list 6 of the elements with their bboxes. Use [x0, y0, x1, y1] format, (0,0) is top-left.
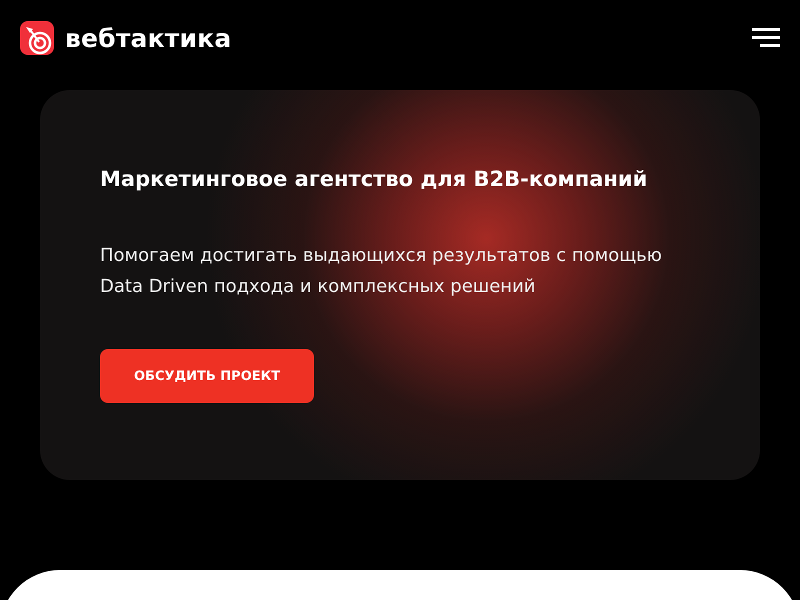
menu-icon[interactable] — [752, 28, 780, 48]
logo-text[interactable]: вебтактика — [65, 24, 232, 52]
discuss-project-button[interactable]: ОБСУДИТЬ ПРОЕКТ — [100, 349, 314, 403]
hero-title: Маркетинговое агентство для B2B-компаний — [100, 166, 648, 193]
logo-icon — [20, 21, 54, 55]
hero-text: Помогаем достигать выдающихся результатов с помощью Data Driven подхода и комплексных решений — [100, 244, 663, 299]
